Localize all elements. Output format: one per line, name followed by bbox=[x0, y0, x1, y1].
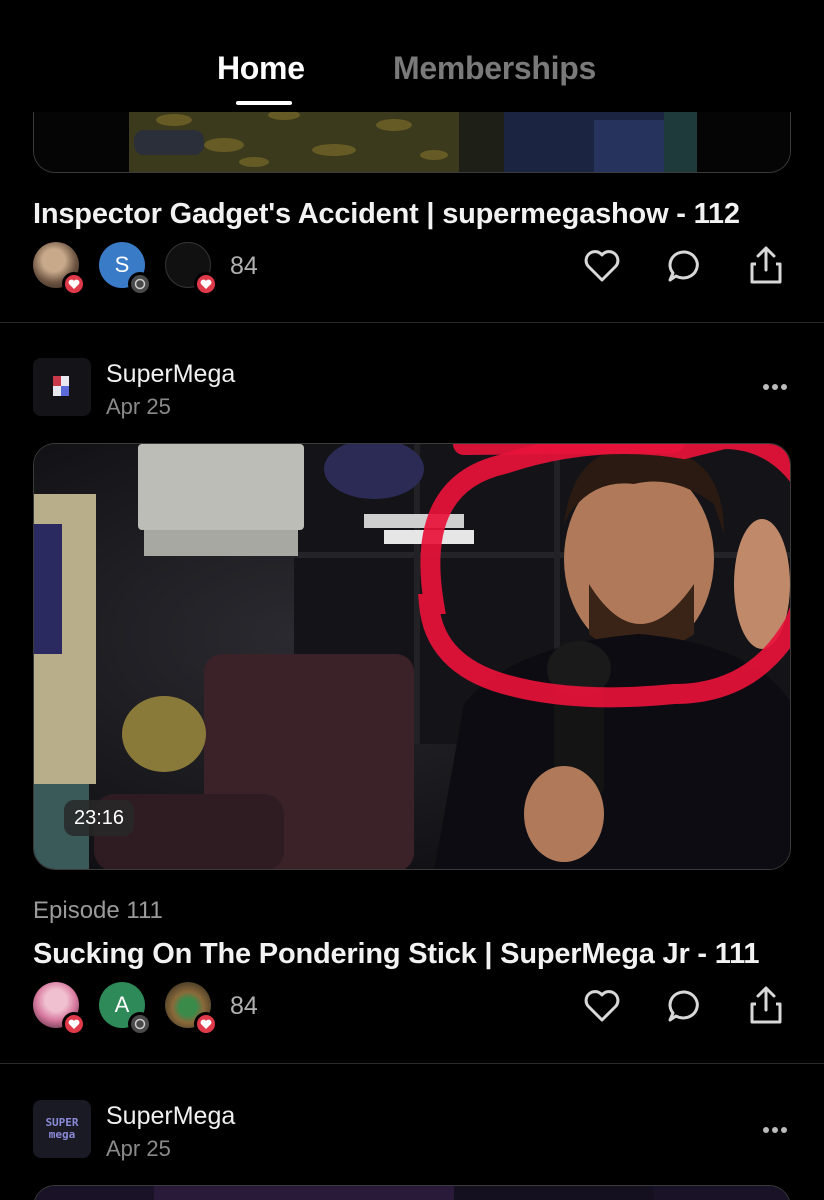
share-icon[interactable] bbox=[744, 982, 788, 1026]
heart-icon bbox=[62, 272, 86, 296]
creator-avatar[interactable]: SUPER mega bbox=[33, 1100, 91, 1158]
post-title[interactable]: Sucking On The Pondering Stick | SuperMe… bbox=[33, 938, 760, 971]
more-icon[interactable] bbox=[762, 383, 788, 391]
thumbnail-image bbox=[34, 1186, 790, 1200]
heart-icon[interactable] bbox=[580, 244, 624, 288]
comment-icon bbox=[128, 272, 152, 296]
comment-icon[interactable] bbox=[663, 984, 707, 1028]
heart-icon bbox=[62, 1012, 86, 1036]
episode-label: Episode 111 bbox=[33, 897, 163, 924]
share-icon[interactable] bbox=[744, 242, 788, 286]
reaction-count: 84 bbox=[230, 992, 258, 1020]
post-thumbnail[interactable] bbox=[33, 1185, 791, 1200]
post-title[interactable]: Inspector Gadget's Accident | supermegas… bbox=[33, 198, 740, 231]
video-thumbnail[interactable] bbox=[33, 443, 791, 870]
creator-avatar[interactable] bbox=[33, 358, 91, 416]
creator-name[interactable]: SuperMega bbox=[106, 360, 235, 389]
more-icon[interactable] bbox=[762, 1126, 788, 1134]
reaction-count: 84 bbox=[230, 252, 258, 280]
divider bbox=[0, 322, 824, 323]
post-date: Apr 25 bbox=[106, 1136, 171, 1161]
active-tab-indicator bbox=[236, 101, 292, 105]
divider bbox=[0, 1063, 824, 1064]
thumbnail-image bbox=[34, 444, 790, 869]
post-date: Apr 25 bbox=[106, 394, 171, 419]
top-tab-bar: Home Memberships bbox=[0, 0, 824, 112]
creator-name[interactable]: SuperMega bbox=[106, 1102, 235, 1131]
tab-memberships[interactable]: Memberships bbox=[393, 50, 596, 87]
heart-icon bbox=[194, 272, 218, 296]
comment-icon bbox=[128, 1012, 152, 1036]
video-duration: 23:16 bbox=[64, 800, 134, 836]
comment-icon[interactable] bbox=[663, 244, 707, 288]
tab-home[interactable]: Home bbox=[217, 50, 305, 87]
logo-text: mega bbox=[48, 1128, 76, 1141]
heart-icon[interactable] bbox=[580, 984, 624, 1028]
heart-icon bbox=[194, 1012, 218, 1036]
